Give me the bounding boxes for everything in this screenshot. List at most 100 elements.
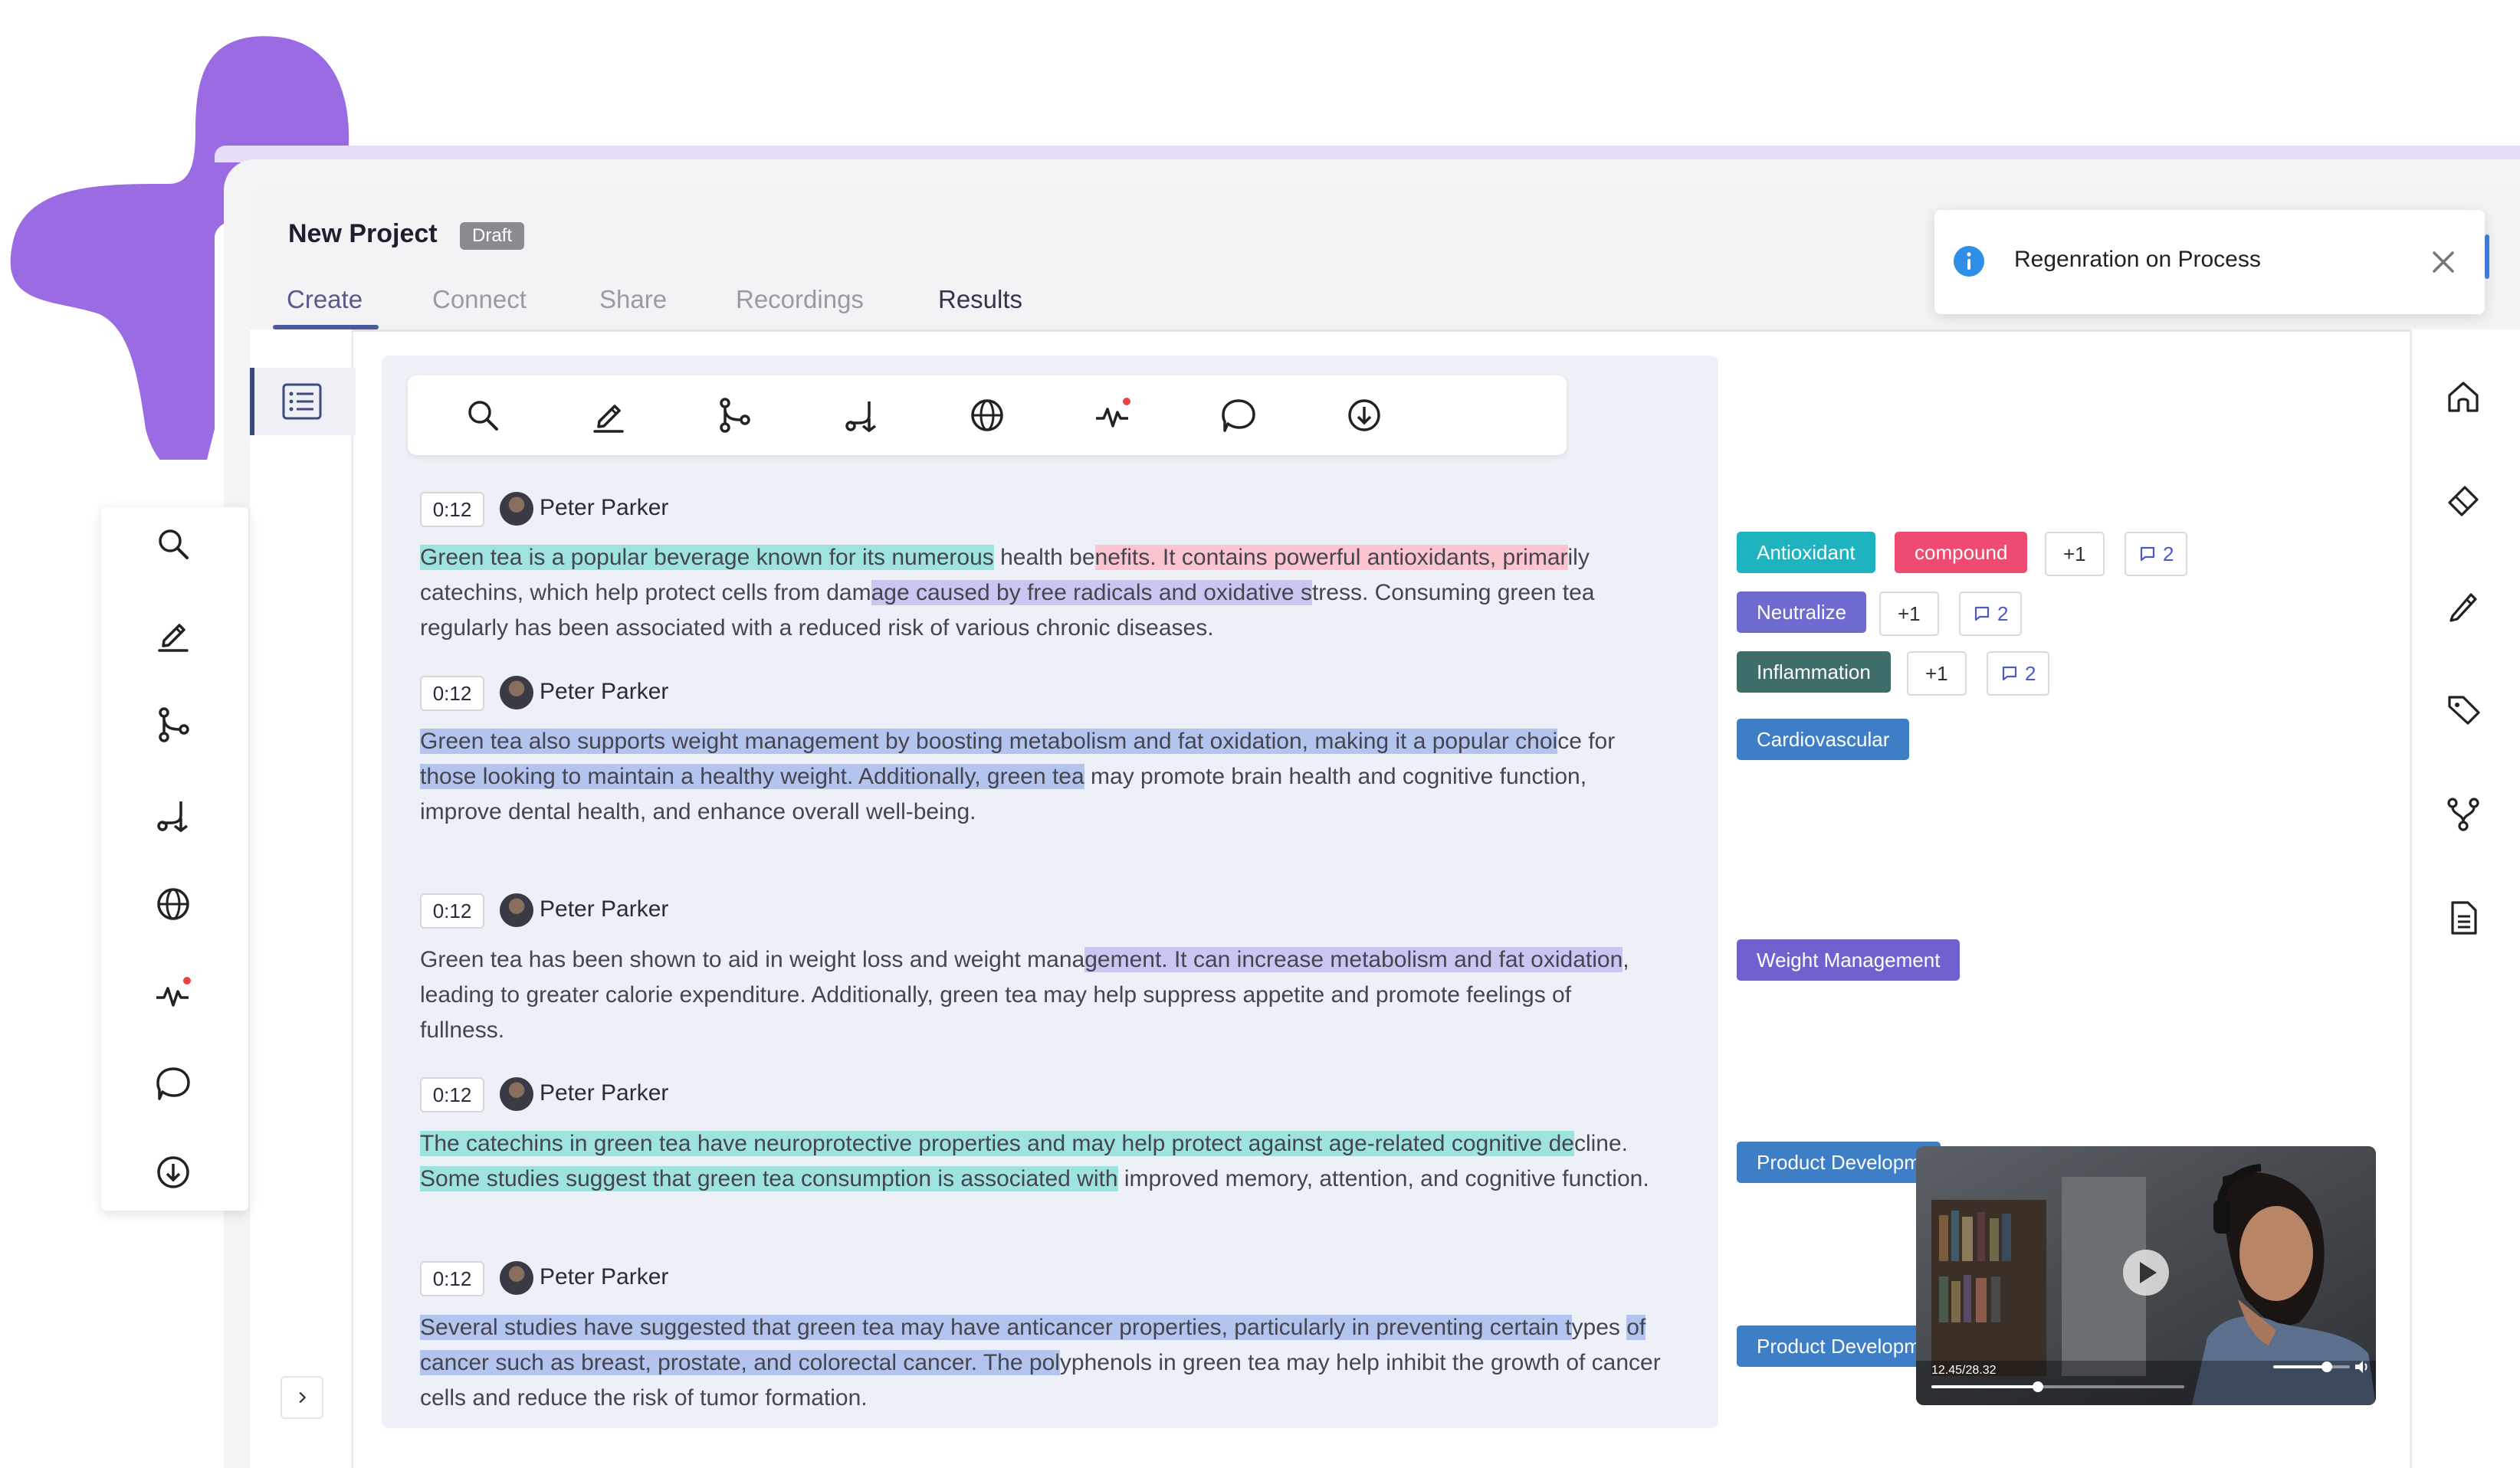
chat-icon[interactable] [150,1060,196,1106]
timestamp[interactable]: 0:12 [420,1077,484,1112]
download-icon[interactable] [1341,392,1387,438]
avatar [500,893,533,927]
tag-cardiovascular[interactable]: Cardiovascular [1737,719,1910,760]
tab-recordings[interactable]: Recordings [736,285,864,314]
avatar [500,676,533,709]
volume-fill [2273,1365,2327,1368]
highlight-segment[interactable]: Several studies have suggested that gree… [420,1315,1572,1340]
tag-compound[interactable]: compound [1895,532,2028,573]
toast-message: Regenration on Process [2014,247,2261,272]
highlight-segment[interactable]: age caused by free radicals and oxidativ… [871,580,1312,605]
video-scrubber[interactable] [2032,1381,2043,1392]
speaker-name: Peter Parker [540,1264,669,1289]
highlight-segment[interactable]: gement. It can increase metabolism and f… [1084,947,1623,972]
info-icon [1953,245,1985,277]
timestamp[interactable]: 0:12 [420,893,484,929]
tab-share[interactable]: Share [599,285,667,314]
highlight-segment[interactable]: Some studies suggest that green tea cons… [420,1166,1118,1191]
tag-icon[interactable] [2440,686,2486,732]
volume-track[interactable] [2273,1362,2350,1372]
tag-weight-management[interactable]: Weight Management [1737,939,1961,981]
video-progress-fill [1931,1385,2038,1388]
comment-icon [2140,546,2155,562]
volume-icon[interactable] [2353,1358,2371,1376]
highlight-segment[interactable]: those looking to maintain a healthy weig… [420,764,1084,789]
avatar [500,492,533,526]
transcript-paragraph: Several studies have suggested that gree… [420,1310,1662,1416]
comment-icon [2002,666,2017,681]
search-icon[interactable] [460,392,506,438]
edit-icon[interactable] [150,611,196,657]
comment-icon [1974,606,1990,621]
text-segment: ce for [1557,729,1616,754]
status-badge: Draft [460,222,525,250]
project-title: New Project [288,219,438,248]
video-time: 12.45/28.32 [1931,1364,1997,1377]
route-icon[interactable] [838,392,884,438]
globe-icon[interactable] [964,392,1010,438]
branch-icon[interactable] [711,392,757,438]
activity-icon[interactable] [150,972,196,1017]
tag-inflammation[interactable]: Inflammation [1737,651,1891,693]
text-segment: ypes [1571,1315,1627,1340]
route-icon[interactable] [150,792,196,838]
chevron-right-icon [299,1391,307,1404]
branch-icon[interactable] [150,702,196,748]
activity-icon[interactable] [1090,392,1136,438]
timestamp[interactable]: 0:12 [420,492,484,527]
comments-chip[interactable]: 2 [1959,591,2023,636]
speaker-name: Peter Parker [540,896,669,922]
comment-count: 2 [2163,542,2174,565]
tag-antioxidant[interactable]: Antioxidant [1737,532,1875,573]
text-segment: Green tea has been shown to aid in weigh… [420,947,1085,972]
text-segment: health be [993,545,1095,570]
tag-neutralize[interactable]: Neutralize [1737,591,1867,633]
transcript-paragraph: The catechins in green tea have neuropro… [420,1126,1662,1197]
home-icon[interactable] [2440,374,2486,420]
avatar [500,1261,533,1295]
comment-count: 2 [2025,662,2036,685]
toast-accent [2485,234,2489,279]
highlight-segment[interactable]: The catechins in green tea have neuropro… [420,1131,1574,1156]
timestamp[interactable]: 0:12 [420,1261,484,1296]
download-icon[interactable] [150,1149,196,1195]
avatar [500,1077,533,1111]
tab-results[interactable]: Results [938,285,1022,314]
list-icon [281,380,323,423]
close-icon[interactable] [2428,247,2459,277]
more-tags-chip[interactable]: +1 [1907,651,1967,696]
video-player[interactable]: 12.45/28.32 [1916,1146,2376,1405]
more-tags-chip[interactable]: +1 [2045,532,2105,576]
tag-product-development[interactable]: Product Development [1737,1142,1941,1183]
transcript-paragraph: Green tea is a popular beverage known fo… [420,540,1662,646]
text-segment: cline. [1573,1131,1628,1156]
timestamp[interactable]: 0:12 [420,676,484,711]
comments-chip[interactable]: 2 [1987,651,2050,696]
speaker-name: Peter Parker [540,495,669,520]
highlight-segment[interactable]: Green tea also supports weight managemen… [420,729,1558,754]
tag-product-development[interactable]: Product Development [1737,1325,1941,1367]
branch-icon[interactable] [2440,791,2486,837]
edit-icon[interactable] [586,392,632,438]
comments-chip[interactable]: 2 [2125,532,2188,576]
document-icon[interactable] [2440,895,2486,941]
speaker-name: Peter Parker [540,679,669,704]
chat-icon[interactable] [1216,392,1262,438]
transcript-paragraph: Green tea also supports weight managemen… [420,724,1662,830]
transcript-paragraph: Green tea has been shown to aid in weigh… [420,942,1662,1048]
pen-icon[interactable] [2440,582,2486,628]
globe-icon[interactable] [150,881,196,927]
eraser-icon[interactable] [2440,478,2486,524]
tab-connect[interactable]: Connect [432,285,527,314]
expand-sidebar-button[interactable] [281,1376,323,1419]
comment-count: 2 [1997,602,2009,625]
volume-knob[interactable] [2321,1362,2332,1372]
highlight-segment[interactable]: nefits. It contains powerful antioxidant… [1094,545,1568,570]
highlight-segment[interactable]: Green tea is a popular beverage known fo… [420,545,994,570]
more-tags-chip[interactable]: +1 [1879,591,1939,636]
tab-create[interactable]: Create [287,285,363,314]
text-segment: improved memory, attention, and cognitiv… [1117,1166,1649,1191]
video-progress-track[interactable] [1931,1381,2184,1392]
search-icon[interactable] [150,521,196,567]
left-rail [250,329,353,1468]
